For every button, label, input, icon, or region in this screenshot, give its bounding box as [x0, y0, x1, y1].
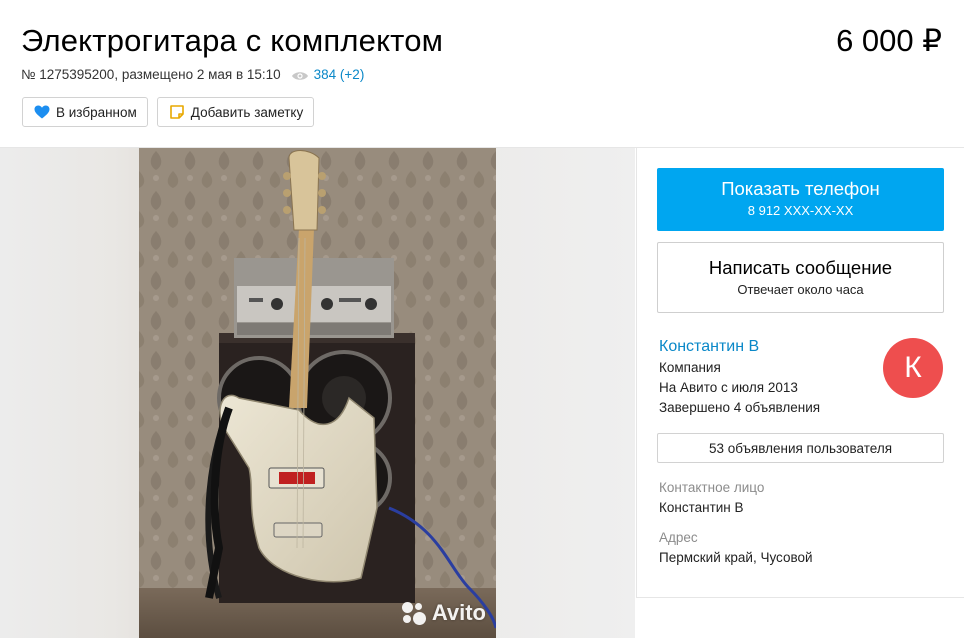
seller-since: На Авито с июля 2013 — [659, 380, 798, 395]
guitar-photo-image — [139, 148, 496, 638]
favorite-button[interactable]: В избранном — [22, 97, 148, 127]
address-value: Пермский край, Чусовой — [659, 550, 813, 565]
listing-actions: В избранном Добавить заметку — [22, 97, 315, 127]
heart-icon — [34, 104, 50, 120]
photo-gallery[interactable]: Avito — [0, 148, 635, 638]
listing-price: 6 000 ₽ — [836, 23, 942, 58]
listing-header: Электрогитара с комплектом 6 000 ₽ № 127… — [0, 0, 964, 148]
eye-icon — [291, 69, 309, 81]
phone-number-masked: 8 912 XXX-XX-XX — [747, 203, 854, 218]
listing-title: Электрогитара с комплектом — [21, 23, 444, 58]
avito-logo-icon — [401, 600, 428, 626]
views-count[interactable]: 384 (+2) — [314, 66, 365, 84]
listing-photo[interactable]: Avito — [139, 148, 496, 638]
response-time: Отвечает около часа — [737, 282, 864, 297]
seller-sidebar: Показать телефон 8 912 XXX-XX-XX Написат… — [636, 148, 964, 598]
write-message-button[interactable]: Написать сообщение Отвечает около часа — [657, 242, 944, 313]
write-message-label: Написать сообщение — [708, 257, 893, 278]
favorite-button-label: В избранном — [56, 104, 137, 120]
show-phone-button[interactable]: Показать телефон 8 912 XXX-XX-XX — [657, 168, 944, 231]
seller-completed-ads: Завершено 4 объявления — [659, 400, 821, 415]
user-ads-button[interactable]: 53 объявления пользователя — [657, 433, 944, 463]
avito-watermark: Avito — [401, 600, 486, 626]
add-note-button-label: Добавить заметку — [190, 104, 304, 120]
avatar[interactable]: К — [883, 338, 943, 398]
note-icon — [169, 104, 185, 120]
avito-watermark-text: Avito — [431, 600, 486, 625]
add-note-button[interactable]: Добавить заметку — [156, 97, 315, 127]
listing-meta: № 1275395200, размещено 2 мая в 15:10 38… — [21, 66, 364, 84]
contact-person-value: Константин В — [659, 500, 744, 515]
address-label: Адрес — [659, 530, 698, 545]
contact-person-label: Контактное лицо — [659, 480, 765, 495]
seller-type: Компания — [659, 360, 721, 375]
show-phone-label: Показать телефон — [721, 178, 880, 199]
listing-meta-text: № 1275395200, размещено 2 мая в 15:10 — [21, 67, 281, 82]
seller-name-link[interactable]: Константин В — [659, 338, 759, 356]
